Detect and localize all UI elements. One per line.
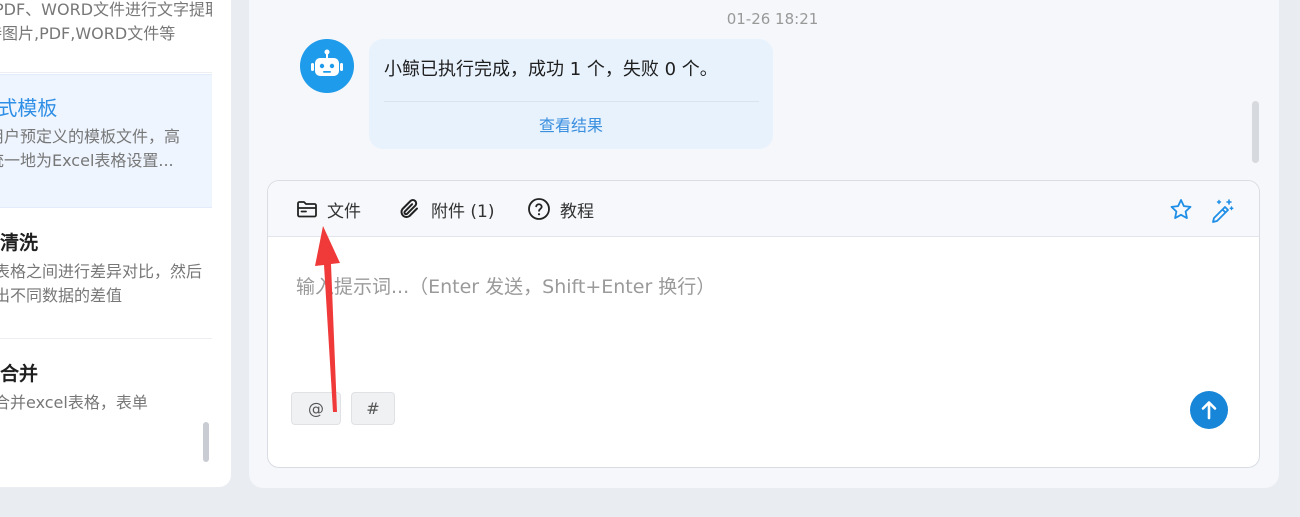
template-desc-line: 通过用户预定义的模板文件，高 — [0, 127, 181, 146]
template-desc-line: 支持图片、PDF、WORD文件进行文字提取，支 — [0, 0, 212, 19]
bubble-divider — [384, 101, 759, 102]
star-icon — [1170, 199, 1192, 219]
annotation-arrow-icon — [315, 226, 340, 412]
folder-icon — [297, 201, 317, 218]
robot-icon — [311, 49, 343, 76]
template-desc-line: 持图片,PDF,WORD文件等 — [0, 24, 176, 43]
message-list: 01-26 18:21 小鲸已执行完成，成功 1 个，失败 0 个。 查看结果 — [249, 0, 1279, 163]
template-desc-line: 两个表格之间进行差异对比，然后 — [0, 262, 203, 281]
prompt-input[interactable] — [296, 267, 1196, 307]
bot-avatar — [300, 39, 354, 93]
template-desc-line: 批量合并excel表格，表单 — [0, 393, 148, 412]
view-result-link[interactable]: 查看结果 — [369, 112, 773, 136]
send-button[interactable] — [1190, 391, 1228, 429]
template-desc-line: 标记出不同数据的差值 — [0, 286, 123, 305]
message-list-scrollbar[interactable] — [1252, 101, 1259, 163]
template-list-scrollbar[interactable] — [203, 422, 209, 462]
composer-toolbar: 文件 附件 (1) 教程 — [268, 181, 1259, 237]
template-desc-line: 效、统一地为Excel表格设置... — [0, 151, 174, 170]
template-title: 数据清洗 — [0, 232, 39, 254]
template-item-data-cleaning[interactable]: 数据清洗 两个表格之间进行差异对比，然后 标记出不同数据的差值 — [0, 208, 212, 339]
paperclip-icon — [400, 199, 418, 218]
template-title: Excel 格式模板 — [0, 96, 58, 120]
template-item-excel-format[interactable]: Excel 格式模板 通过用户预定义的模板文件，高 效、统一地为Excel表格设… — [0, 74, 212, 208]
magic-prompt-button[interactable] — [1209, 197, 1235, 223]
attachment-button-label: 附件 (1) — [431, 201, 495, 222]
tutorial-button-label: 教程 — [560, 201, 594, 222]
tutorial-button[interactable]: 教程 — [527, 197, 594, 222]
template-item-table-merge[interactable]: 表格合并 批量合并excel表格，表单 — [0, 339, 212, 470]
bot-message-bubble: 小鲸已执行完成，成功 1 个，失败 0 个。 查看结果 — [369, 39, 773, 149]
template-item-ocr[interactable]: 支持图片、PDF、WORD文件进行文字提取，支 持图片,PDF,WORD文件等 — [0, 0, 212, 73]
template-title: 表格合并 — [0, 363, 39, 385]
template-list-panel: 支持图片、PDF、WORD文件进行文字提取，支 持图片,PDF,WORD文件等 … — [0, 0, 231, 487]
chat-panel: 01-26 18:21 小鲸已执行完成，成功 1 个，失败 0 个。 查看结果 — [249, 0, 1279, 488]
magic-edit-icon — [1212, 199, 1234, 223]
favorite-button[interactable] — [1168, 197, 1194, 223]
message-timestamp: 01-26 18:21 — [726, 10, 819, 28]
attachment-button[interactable]: 附件 (1) — [398, 197, 495, 222]
arrow-up-icon — [1201, 401, 1217, 420]
bot-message-text: 小鲸已执行完成，成功 1 个，失败 0 个。 — [384, 59, 718, 80]
help-circle-icon — [528, 198, 550, 220]
composer: 文件 附件 (1) 教程 输入提示词...（Enter 发送，Shift+Ent… — [267, 180, 1260, 468]
